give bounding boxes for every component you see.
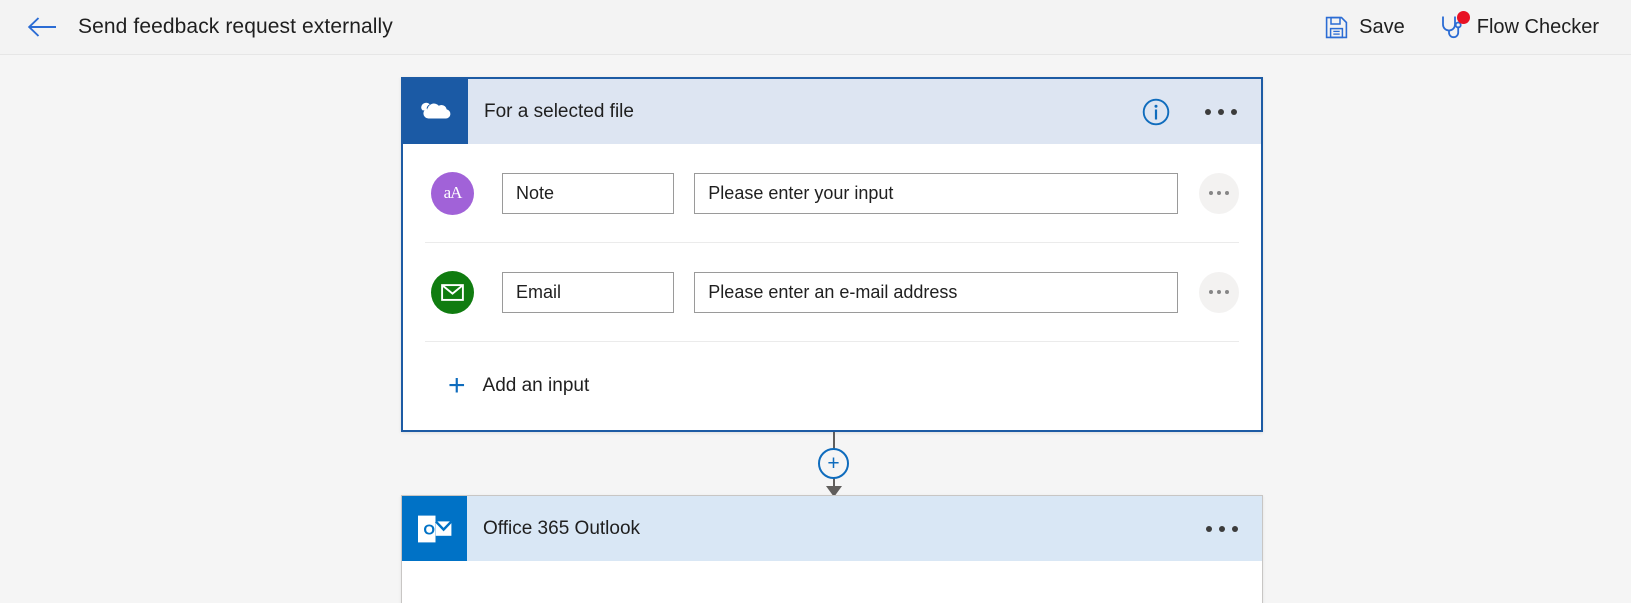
trigger-card-header[interactable]: For a selected file [403,79,1261,144]
save-button-label: Save [1359,16,1405,39]
trigger-card-more-menu[interactable] [1201,101,1241,123]
ellipsis-dot [1218,109,1224,115]
back-button[interactable] [20,5,64,49]
action-card-header-actions [1174,518,1262,540]
flow-checker-button[interactable]: Flow Checker [1429,7,1609,47]
text-aa-icon: aA [431,172,474,215]
ellipsis-dot [1225,290,1229,294]
ellipsis-dot [1209,290,1213,294]
ellipsis-dot [1206,526,1212,532]
envelope-icon [431,271,474,314]
save-button[interactable]: Save [1315,7,1415,47]
input-name-field[interactable]: Note [502,173,674,214]
ellipsis-dot [1209,191,1213,195]
ellipsis-dot [1205,109,1211,115]
action-card-more-menu[interactable] [1202,518,1242,540]
info-circle-icon[interactable] [1139,95,1173,129]
flow-checker-button-label: Flow Checker [1477,16,1599,39]
ellipsis-dot [1219,526,1225,532]
action-card-title: Office 365 Outlook [483,518,640,540]
save-floppy-icon [1325,16,1348,39]
trigger-input-row: aA Note Please enter your input [425,144,1239,243]
office365-outlook-icon: O [402,496,467,561]
header-command-bar: Save Flow Checker [1301,7,1631,47]
input-placeholder-field[interactable]: Please enter your input [694,173,1177,214]
ellipsis-dot [1232,526,1238,532]
add-input-label: Add an input [483,375,590,397]
trigger-card-title: For a selected file [484,101,634,123]
text-aa-icon-glyph: aA [444,183,462,203]
onedrive-cloud-icon [403,79,468,144]
action-card-header[interactable]: O Office 365 Outlook [402,496,1262,561]
input-row-more-menu[interactable] [1199,173,1239,214]
add-input-button[interactable]: + Add an input [425,342,1239,430]
ellipsis-dot [1217,191,1221,195]
trigger-input-row: Email Please enter an e-mail address [425,243,1239,342]
ellipsis-dot [1231,109,1237,115]
plus-circle-glyph: + [827,453,839,474]
input-placeholder-field[interactable]: Please enter an e-mail address [694,272,1177,313]
action-card-outlook[interactable]: O Office 365 Outlook [401,495,1263,603]
trigger-card[interactable]: For a selected file [401,77,1263,432]
arrow-left-icon [27,16,57,38]
ellipsis-dot [1217,290,1221,294]
svg-text:O: O [423,521,435,538]
trigger-card-header-actions [1139,95,1261,129]
trigger-card-body: aA Note Please enter your input [403,144,1261,430]
input-row-more-menu[interactable] [1199,272,1239,313]
flow-canvas: For a selected file [0,55,1631,603]
page-title: Send feedback request externally [78,15,393,39]
ellipsis-dot [1225,191,1229,195]
input-name-field[interactable]: Email [502,272,674,313]
plus-icon: + [448,371,466,401]
plus-circle-icon[interactable]: + [818,448,849,479]
app-header: Send feedback request externally Save [0,0,1631,55]
flow-checker-badge [1457,11,1470,24]
